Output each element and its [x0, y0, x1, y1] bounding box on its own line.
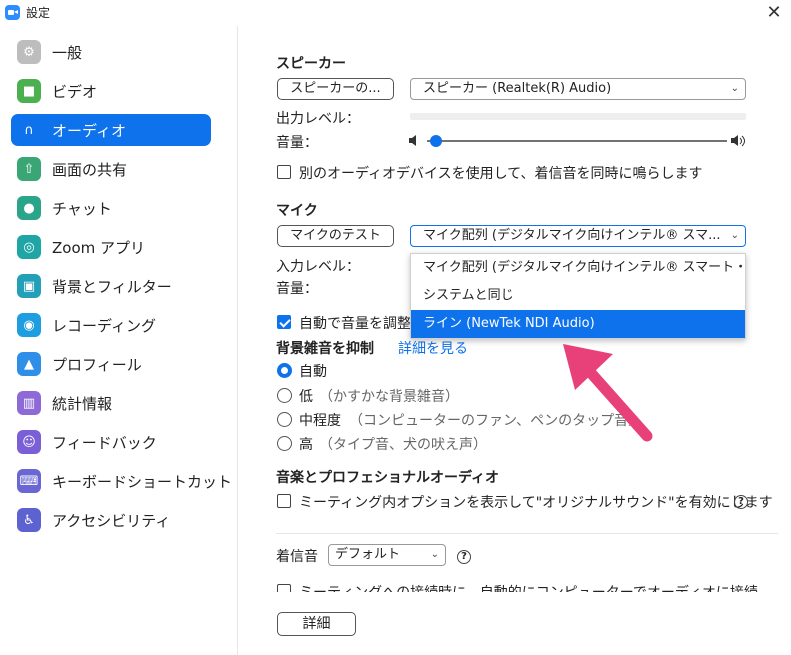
sidebar-item-label: 画面の共有 — [52, 161, 128, 179]
test-mic-button[interactable]: マイクのテスト — [277, 225, 394, 247]
sidebar-item[interactable]: ◉ レコーディング — [11, 309, 211, 341]
noise-radio-medium[interactable] — [277, 412, 292, 427]
keyboard-icon: ⌨ — [17, 469, 41, 493]
speaker-volume-slider[interactable] — [409, 134, 749, 148]
speaker-section-title: スピーカー — [276, 56, 346, 72]
annotation-arrow-icon — [563, 344, 653, 442]
sidebar-item[interactable]: ▥ 統計情報 — [11, 387, 211, 419]
noise-learn-more-link[interactable]: 詳細を見る — [398, 338, 468, 358]
mic-dropdown-list: マイク配列 (デジタルマイク向けインテル® スマート・... システムと同じ ラ… — [410, 253, 746, 339]
gear-icon: ⚙ — [17, 40, 41, 64]
sidebar-item-label: Zoom アプリ — [52, 239, 146, 257]
sidebar-item[interactable]: ▣ 背景とフィルター — [11, 270, 211, 302]
sidebar-item-label: キーボードショートカット — [52, 473, 233, 491]
close-icon[interactable]: ✕ — [761, 0, 787, 26]
mic-select[interactable]: マイク配列 (デジタルマイク向けインテル® スマ... ⌄ — [410, 225, 746, 247]
speaker-select-value: スピーカー (Realtek(R) Audio) — [423, 81, 612, 96]
noise-radio-low[interactable] — [277, 388, 292, 403]
advanced-button[interactable]: 詳細 — [277, 612, 356, 636]
sidebar-item-label: アクセシビリティ — [52, 512, 171, 530]
apps-icon: ◎ — [17, 235, 41, 259]
sidebar-item[interactable]: ⇧ 画面の共有 — [11, 153, 211, 185]
divider — [276, 533, 778, 534]
chevron-down-icon: ⌄ — [730, 230, 739, 241]
feedback-icon: ☺ — [17, 430, 41, 454]
auto-adjust-checkbox[interactable] — [277, 315, 291, 329]
output-level-label: 出力レベル： — [276, 111, 360, 127]
window-title: 設定 — [26, 6, 51, 20]
help-icon[interactable]: ? — [457, 550, 471, 564]
sidebar-item-label: 統計情報 — [52, 395, 113, 413]
sidebar-item[interactable]: ▲ プロフィール — [11, 348, 211, 380]
background-icon: ▣ — [17, 274, 41, 298]
music-section-title: 音楽とプロフェショナルオーディオ — [276, 470, 500, 486]
noise-option-label: 低 — [299, 389, 313, 405]
sidebar-item[interactable]: ⚙ 一般 — [11, 36, 211, 68]
chevron-down-icon: ⌄ — [730, 83, 739, 94]
sidebar-item[interactable]: ♿ アクセシビリティ — [11, 504, 211, 536]
noise-radio-auto[interactable] — [277, 363, 292, 378]
sidebar-item-label: フィードバック — [52, 434, 157, 452]
sidebar-item-label: オーディオ — [52, 122, 126, 140]
speaker-volume-label: 音量： — [276, 135, 318, 151]
auto-adjust-label: 自動で音量を調整 — [299, 316, 411, 332]
noise-option-note: （かすかな背景雑音） — [319, 389, 459, 405]
auto-join-row: ミーティングへの接続時に、自動的にコンピューターでオーディオに接続 — [276, 582, 776, 592]
auto-join-label: ミーティングへの接続時に、自動的にコンピューターでオーディオに接続 — [299, 582, 758, 592]
record-icon: ◉ — [17, 313, 41, 337]
sidebar-item[interactable]: ⌨ キーボードショートカット — [11, 465, 232, 497]
mic-option-selected[interactable]: ライン (NewTek NDI Audio) — [411, 310, 745, 338]
sidebar-item-label: チャット — [52, 200, 112, 218]
chat-icon: ● — [17, 196, 41, 220]
title-bar: 設定 ✕ — [0, 0, 791, 26]
sidebar-item[interactable]: ∩ オーディオ — [11, 114, 211, 146]
audio-settings-panel: スピーカー スピーカーの... スピーカー (Realtek(R) Audio)… — [239, 26, 791, 655]
headphones-icon: ∩ — [24, 122, 34, 138]
separate-device-label: 別のオーディオデバイスを使用して、着信音を同時に鳴らします — [299, 166, 703, 182]
mic-section-title: マイク — [276, 203, 318, 219]
profile-icon: ▲ — [17, 352, 41, 376]
sidebar-item[interactable]: ■ ビデオ — [11, 75, 211, 107]
video-icon: ■ — [17, 79, 41, 103]
noise-option-label: 自動 — [299, 364, 327, 380]
ringtone-label: 着信音 — [276, 549, 318, 565]
sidebar-item-label: 背景とフィルター — [52, 278, 172, 296]
speaker-select[interactable]: スピーカー (Realtek(R) Audio) ⌄ — [410, 78, 746, 100]
ringtone-select-value: デフォルト — [335, 547, 401, 562]
noise-option-note: （タイプ音、犬の吠え声） — [319, 437, 487, 453]
share-screen-icon: ⇧ — [17, 157, 41, 181]
speaker-volume-knob[interactable] — [430, 135, 442, 147]
zoom-app-icon — [5, 5, 20, 20]
sidebar-item[interactable]: ◎ Zoom アプリ — [11, 231, 211, 263]
noise-option-label: 中程度 — [299, 413, 341, 429]
mic-option[interactable]: マイク配列 (デジタルマイク向けインテル® スマート・... — [411, 254, 745, 282]
noise-section-title: 背景雑音を抑制 — [276, 341, 374, 357]
sidebar-item[interactable]: ☺ フィードバック — [11, 426, 211, 458]
help-icon[interactable]: ? — [734, 495, 748, 509]
noise-radio-high[interactable] — [277, 436, 292, 451]
mic-option[interactable]: システムと同じ — [411, 282, 745, 310]
sidebar-item-label: ビデオ — [52, 83, 98, 101]
output-level-meter — [410, 113, 746, 120]
sidebar-item[interactable]: ● チャット — [11, 192, 211, 224]
sidebar-item-label: プロフィール — [52, 356, 142, 374]
original-sound-checkbox[interactable] — [277, 494, 291, 508]
accessibility-icon: ♿ — [17, 508, 41, 532]
mic-select-value: マイク配列 (デジタルマイク向けインテル® スマ... — [423, 228, 721, 243]
separate-device-checkbox[interactable] — [277, 165, 291, 179]
speaker-high-volume-icon — [731, 135, 745, 147]
speaker-low-volume-icon — [409, 135, 416, 146]
auto-join-checkbox[interactable] — [277, 584, 291, 592]
sidebar-item-label: 一般 — [52, 44, 83, 62]
ringtone-select[interactable]: デフォルト ⌄ — [328, 544, 446, 566]
test-speaker-button[interactable]: スピーカーの... — [277, 78, 394, 100]
noise-option-label: 高 — [299, 437, 313, 453]
sidebar-item-label: レコーディング — [52, 317, 156, 335]
original-sound-label: ミーティング内オプションを表示して"オリジナルサウンド"を有効にします — [299, 495, 773, 511]
chevron-down-icon: ⌄ — [430, 549, 439, 560]
stats-icon: ▥ — [17, 391, 41, 415]
input-level-label: 入力レベル： — [276, 259, 360, 275]
sidebar: ⚙ 一般 ■ ビデオ ∩ オーディオ ⇧ 画面の共有 ● チャット ◎ Zoom アプリ ▣ 背景とフィル… — [0, 26, 238, 655]
mic-volume-label: 音量： — [276, 281, 318, 297]
